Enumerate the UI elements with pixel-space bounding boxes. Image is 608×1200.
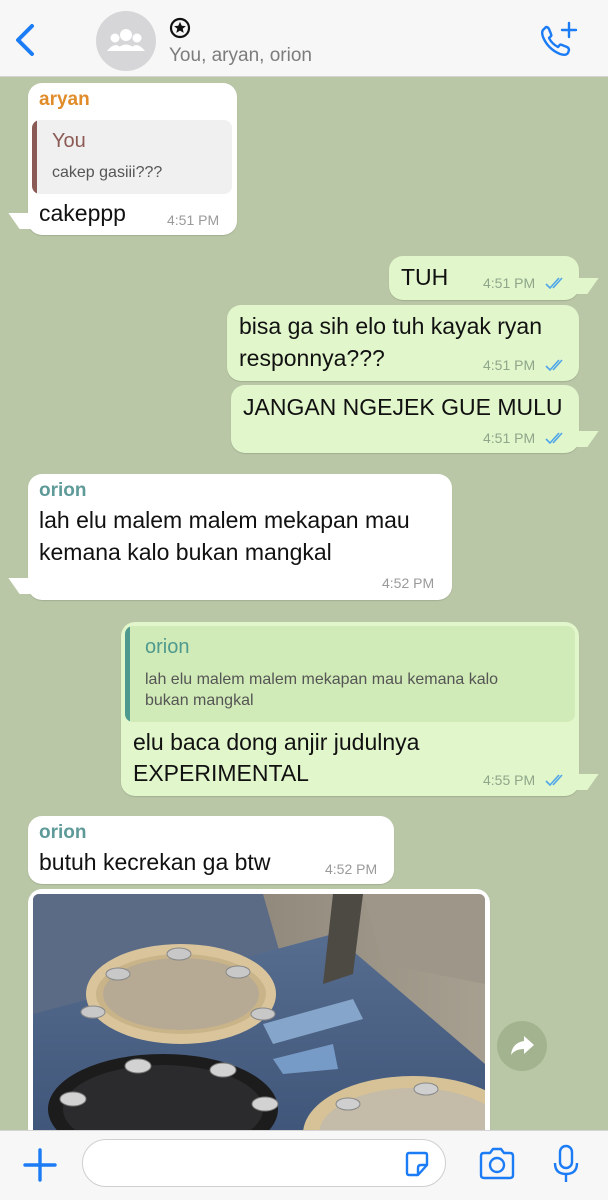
- message-bubble-incoming[interactable]: orion butuh kecrekan ga btw 4:52 PM: [28, 816, 394, 884]
- image-message-bubble[interactable]: [28, 889, 490, 1130]
- participants-list: You, aryan, orion: [169, 45, 312, 66]
- message-text-line: elu baca dong anjir judulnya: [133, 729, 420, 755]
- quoted-text: cakep gasiii???: [52, 164, 163, 181]
- attach-plus-icon[interactable]: [20, 1145, 60, 1185]
- message-input[interactable]: [82, 1139, 446, 1187]
- message-bubble-outgoing[interactable]: bisa ga sih elo tuh kayak ryan responnya…: [227, 305, 579, 381]
- camera-icon[interactable]: [477, 1145, 517, 1183]
- sender-name: orion: [39, 480, 87, 501]
- add-call-icon[interactable]: [536, 20, 578, 60]
- message-text-line: lah elu malem malem mekapan mau: [39, 507, 410, 533]
- group-icon: [107, 29, 145, 51]
- sticker-icon[interactable]: [402, 1149, 432, 1179]
- sender-name: orion: [39, 822, 87, 843]
- read-receipt-icon: [545, 432, 563, 445]
- message-time: 4:52 PM: [382, 575, 435, 591]
- read-receipt-icon: [545, 277, 563, 290]
- message-bubble-outgoing[interactable]: orion lah elu malem malem mekapan mau ke…: [121, 622, 579, 796]
- message-text: cakeppp: [39, 200, 126, 226]
- message-time: 4:52 PM: [325, 861, 378, 877]
- message-time: 4:51 PM: [483, 430, 536, 446]
- composer-bar: [0, 1130, 608, 1200]
- message-text: TUH: [401, 264, 449, 290]
- message-text: butuh kecrekan ga btw: [39, 849, 271, 875]
- sender-name: aryan: [39, 89, 90, 110]
- microphone-icon[interactable]: [551, 1143, 581, 1185]
- message-text-line: kemana kalo bukan mangkal: [39, 539, 332, 565]
- tambourine-photo[interactable]: [33, 894, 485, 1130]
- group-name-star-icon[interactable]: [169, 17, 191, 39]
- message-text-line: responnya???: [239, 345, 385, 371]
- message-time: 4:55 PM: [483, 772, 536, 788]
- quoted-text-line: lah elu malem malem mekapan mau kemana k…: [145, 671, 499, 688]
- message-bubble-outgoing[interactable]: JANGAN NGEJEK GUE MULU 4:51 PM: [231, 385, 579, 453]
- photo-image: [33, 894, 485, 1130]
- forward-button[interactable]: [497, 1021, 547, 1071]
- back-chevron-icon[interactable]: [10, 22, 42, 58]
- quoted-author: You: [52, 130, 86, 152]
- message-time: 4:51 PM: [483, 275, 536, 291]
- message-text-line: bisa ga sih elo tuh kayak ryan: [239, 313, 543, 339]
- read-receipt-icon: [545, 774, 563, 787]
- message-bubble-incoming[interactable]: aryan You cakep gasiii??? cakeppp 4:51 P…: [28, 83, 237, 235]
- chat-header: You, aryan, orion: [0, 0, 608, 77]
- message-text-line: EXPERIMENTAL: [133, 760, 309, 786]
- quoted-text-line: bukan mangkal: [145, 692, 254, 709]
- read-receipt-icon: [545, 359, 563, 372]
- quoted-message[interactable]: orion lah elu malem malem mekapan mau ke…: [125, 626, 575, 722]
- group-avatar[interactable]: [96, 11, 156, 71]
- forward-arrow-icon: [511, 1036, 534, 1055]
- quoted-author: orion: [145, 636, 190, 658]
- message-text: JANGAN NGEJEK GUE MULU: [243, 394, 563, 420]
- message-bubble-incoming[interactable]: orion lah elu malem malem mekapan mau ke…: [28, 474, 452, 600]
- message-time: 4:51 PM: [167, 212, 220, 228]
- message-time: 4:51 PM: [483, 357, 536, 373]
- chat-messages-area[interactable]: aryan You cakep gasiii??? cakeppp 4:51 P…: [0, 77, 608, 1130]
- message-bubble-outgoing[interactable]: TUH 4:51 PM: [389, 256, 579, 300]
- quoted-message[interactable]: You cakep gasiii???: [32, 120, 232, 194]
